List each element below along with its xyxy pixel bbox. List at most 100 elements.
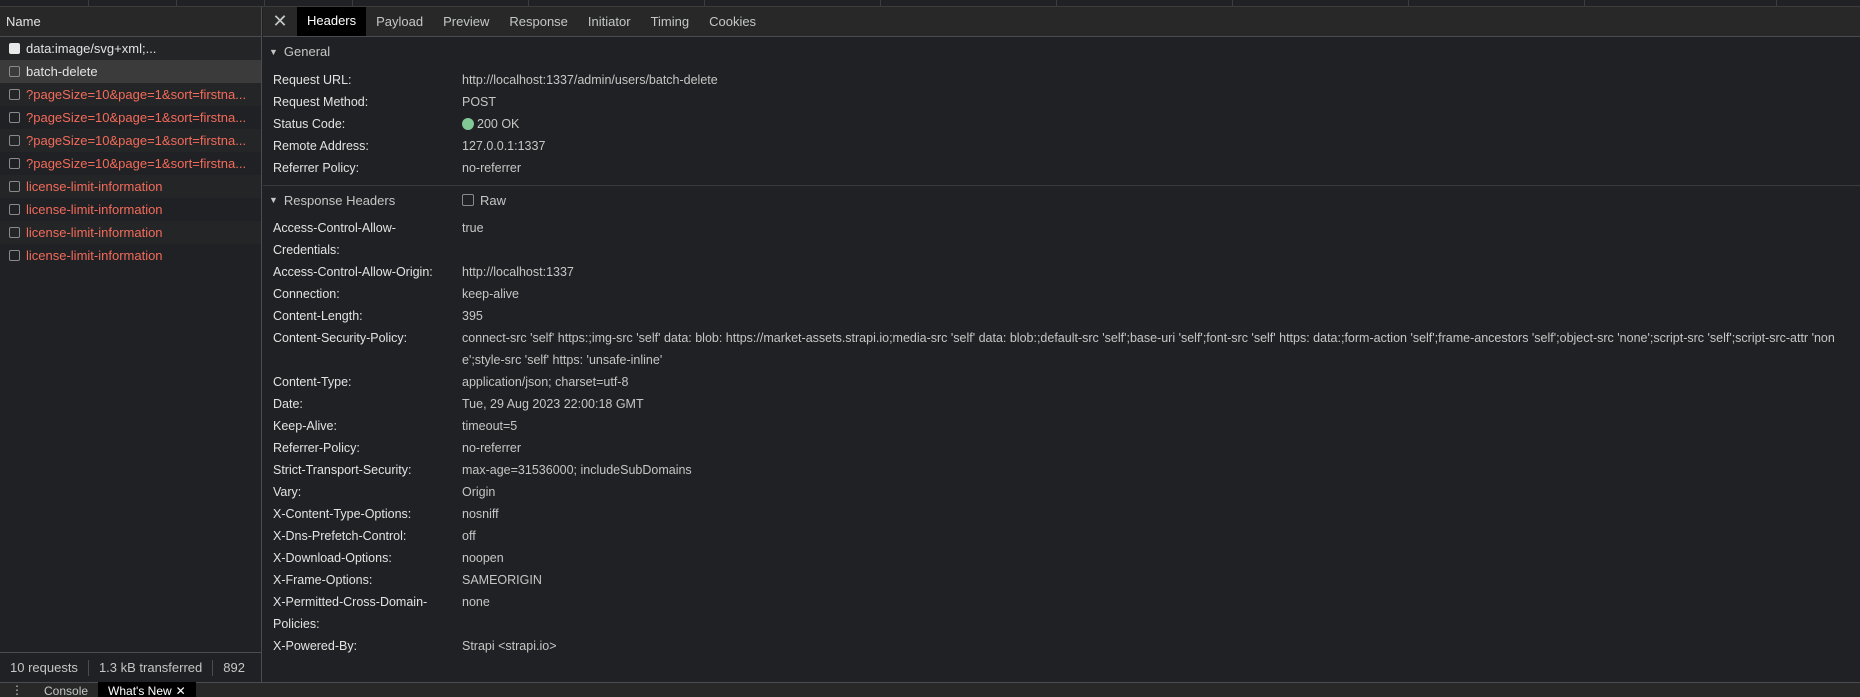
timeline-tick	[1584, 0, 1585, 6]
details-tabs: Headers Payload Preview Response Initiator Ti…	[297, 7, 766, 36]
tab-response[interactable]: Response	[499, 7, 578, 36]
drawer-tab-console[interactable]: Console	[34, 682, 98, 697]
request-row[interactable]: batch-delete	[0, 60, 261, 83]
header-key: Access-Control-Allow-Origin:	[273, 265, 433, 279]
header-value: Origin	[462, 485, 496, 499]
document-icon	[9, 112, 20, 123]
request-name: license-limit-information	[26, 202, 163, 217]
general-section-title: General	[283, 44, 331, 59]
raw-checkbox[interactable]	[462, 194, 474, 206]
header-row: Keep-Alive: timeout=5	[263, 415, 1860, 437]
response-headers-body: Access-Control-Allow-Credentials: true Acc…	[263, 214, 1860, 663]
header-value: none	[462, 595, 490, 609]
header-key: X-Powered-By:	[273, 639, 358, 653]
name-column-label: Name	[6, 14, 41, 29]
header-row: Vary: Origin	[263, 481, 1860, 503]
tab-payload[interactable]: Payload	[366, 7, 433, 36]
header-key: Referrer Policy:	[273, 161, 360, 175]
network-status-bar: 10 requests 1.3 kB transferred 892	[0, 652, 261, 682]
request-name: ?pageSize=10&page=1&sort=firstna...	[26, 87, 247, 102]
header-key: X-Frame-Options:	[273, 573, 373, 587]
header-row: Date: Tue, 29 Aug 2023 22:00:18 GMT	[263, 393, 1860, 415]
header-row: Referrer-Policy: no-referrer	[263, 437, 1860, 459]
request-name: ?pageSize=10&page=1&sort=firstna...	[26, 156, 247, 171]
response-headers-section-header[interactable]: ▼ Response Headers Raw	[263, 185, 1860, 214]
header-row: Request URL: http://localhost:1337/admin/…	[263, 69, 1860, 91]
drawer-tabs: Console What's New ✕	[34, 682, 196, 697]
document-icon	[9, 250, 20, 261]
request-details-panel: ✕ Headers Payload Preview Response Initiator…	[263, 7, 1860, 682]
timeline-tick	[176, 0, 177, 6]
request-row[interactable]: ?pageSize=10&page=1&sort=firstna...	[0, 83, 261, 106]
header-value: 200 OK	[462, 113, 1842, 135]
raw-label: Raw	[480, 192, 507, 208]
request-row[interactable]: ?pageSize=10&page=1&sort=firstna...	[0, 129, 261, 152]
header-row: X-Powered-By: Strapi <strapi.io>	[263, 635, 1860, 657]
header-row: Referrer Policy: no-referrer	[263, 157, 1860, 179]
document-icon	[9, 227, 20, 238]
timeline-tick	[528, 0, 529, 6]
header-value: nosniff	[462, 507, 499, 521]
close-details-button[interactable]: ✕	[263, 7, 297, 36]
header-value: true	[462, 221, 484, 235]
tab-cookies[interactable]: Cookies	[699, 7, 766, 36]
header-value: connect-src 'self' https:;img-src 'self'…	[462, 331, 1835, 367]
tab-timing[interactable]: Timing	[641, 7, 700, 36]
header-value: Tue, 29 Aug 2023 22:00:18 GMT	[462, 397, 644, 411]
timeline-tick	[88, 0, 89, 6]
request-row[interactable]: data:image/svg+xml;...	[0, 37, 261, 60]
request-name: license-limit-information	[26, 225, 163, 240]
header-value: no-referrer	[462, 161, 522, 175]
request-list: data:image/svg+xml;... batch-delete ?pageS…	[0, 37, 261, 267]
response-headers-title: Response Headers	[283, 192, 396, 208]
tab-preview[interactable]: Preview	[433, 7, 499, 36]
request-row[interactable]: license-limit-information	[0, 221, 261, 244]
image-icon	[9, 43, 20, 54]
drawer-tab-label: What's New	[108, 684, 172, 697]
expand-triangle-icon: ▼	[269, 195, 278, 205]
request-row[interactable]: license-limit-information	[0, 244, 261, 267]
header-value: http://localhost:1337/admin/users/batch-…	[462, 73, 718, 87]
tab-headers[interactable]: Headers	[297, 7, 367, 36]
general-section-body: Request URL: http://localhost:1337/admin/…	[263, 66, 1860, 185]
request-row[interactable]: ?pageSize=10&page=1&sort=firstna...	[0, 106, 261, 129]
header-value: 127.0.0.1:1337	[462, 139, 546, 153]
header-value: http://localhost:1337	[462, 265, 574, 279]
header-key: Request Method:	[273, 95, 369, 109]
request-row[interactable]: ?pageSize=10&page=1&sort=firstna...	[0, 152, 261, 175]
request-name: license-limit-information	[26, 248, 163, 263]
drawer-tab-bar: ⋮ Console What's New ✕	[0, 682, 1860, 697]
header-key: Content-Security-Policy:	[273, 331, 408, 345]
request-list-panel: Name data:image/svg+xml;... batch-delete?…	[0, 7, 262, 682]
transferred-size: 1.3 kB transferred	[89, 659, 214, 676]
header-value: off	[462, 529, 476, 543]
name-column-header[interactable]: Name	[0, 7, 261, 37]
header-key: X-Dns-Prefetch-Control:	[273, 529, 407, 543]
header-value: keep-alive	[462, 287, 519, 301]
close-icon[interactable]: ✕	[176, 684, 186, 697]
header-key: X-Content-Type-Options:	[273, 507, 412, 521]
timeline-overview[interactable]	[0, 0, 1860, 7]
request-name: data:image/svg+xml;...	[26, 41, 157, 56]
header-key: X-Download-Options:	[273, 551, 392, 565]
request-row[interactable]: license-limit-information	[0, 198, 261, 221]
timeline-tick	[1056, 0, 1057, 6]
header-row: X-Permitted-Cross-Domain-Policies: none	[263, 591, 1860, 635]
header-key: Referrer-Policy:	[273, 441, 360, 455]
general-section-header[interactable]: ▼ General	[263, 37, 1860, 66]
drawer-menu-icon[interactable]: ⋮	[0, 683, 34, 697]
tab-initiator[interactable]: Initiator	[578, 7, 641, 36]
details-tab-bar: ✕ Headers Payload Preview Response Initiator…	[263, 7, 1860, 37]
drawer-tab-what-s-new[interactable]: What's New ✕	[98, 682, 196, 697]
header-row: Remote Address: 127.0.0.1:1337	[263, 135, 1860, 157]
header-row: Content-Security-Policy: connect-src 'sel…	[263, 327, 1860, 371]
raw-toggle[interactable]: Raw	[462, 193, 506, 208]
document-icon	[9, 135, 20, 146]
timeline-tick	[704, 0, 705, 6]
header-row: Access-Control-Allow-Origin: http://local…	[263, 261, 1860, 283]
header-value: POST	[462, 95, 497, 109]
request-row[interactable]: license-limit-information	[0, 175, 261, 198]
document-icon	[9, 158, 20, 169]
header-value: SAMEORIGIN	[462, 573, 542, 587]
request-name: license-limit-information	[26, 179, 163, 194]
